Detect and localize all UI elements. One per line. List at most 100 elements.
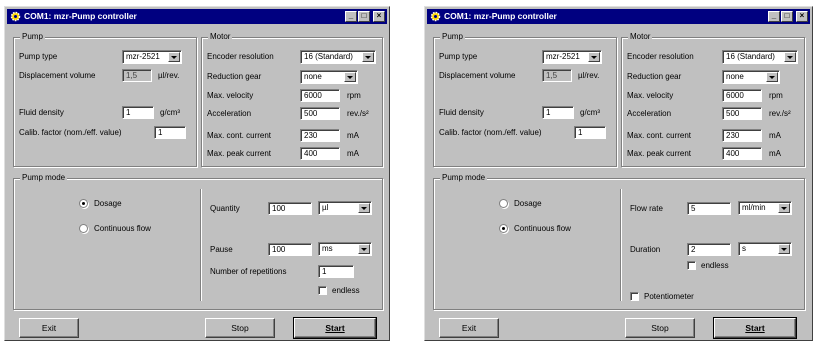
acceleration-unit: rev./s² [769,109,791,118]
minimize-button[interactable]: _ [768,11,780,22]
start-button[interactable]: Start [293,317,377,339]
cont-current-unit: mA [347,131,359,140]
dosage-radio[interactable] [79,199,88,208]
motor-group-label: Motor [628,32,653,41]
encoder-label: Encoder resolution [627,52,694,61]
chevron-down-icon[interactable] [778,203,790,213]
velocity-unit: rpm [769,91,783,100]
pump-mode-group: Pump mode Dosage Continuous flow Flow ra… [433,173,805,310]
potentiometer-label: Potentiometer [644,292,694,301]
encoder-select[interactable]: 16 (Standard) [300,50,376,64]
chevron-down-icon[interactable] [344,72,356,82]
calib-factor-label: Calib. factor (nom./eff. value) [439,128,542,137]
repetitions-label: Number of repetitions [210,267,287,276]
continuous-flow-label: Continuous flow [94,224,151,233]
repetitions-field[interactable]: 1 [318,265,354,278]
velocity-field[interactable]: 6000 [300,89,340,102]
fluid-density-label: Fluid density [439,108,484,117]
continuous-flow-radio[interactable] [79,224,88,233]
pump-type-label: Pump type [19,52,58,61]
calib-factor-field[interactable]: 1 [574,126,606,139]
pump-type-select[interactable]: mzr-2521 [122,50,182,64]
chevron-down-icon[interactable] [588,52,600,62]
window-title: COM1: mzr-Pump controller [444,11,557,21]
duration-field[interactable]: 2 [687,243,731,256]
duration-unit-value: s [742,244,746,253]
flow-rate-field[interactable]: 5 [687,202,731,215]
stop-button[interactable]: Stop [625,318,695,338]
fluid-density-field[interactable]: 1 [542,106,574,119]
title-bar[interactable]: COM1: mzr-Pump controller _ □ × [427,9,810,24]
pump-mode-label: Pump mode [440,173,488,182]
chevron-down-icon[interactable] [778,244,790,254]
start-button[interactable]: Start [713,317,797,339]
continuous-flow-radio[interactable] [499,224,508,233]
quantity-field[interactable]: 100 [268,202,312,215]
flow-rate-label: Flow rate [630,204,663,213]
gear-select[interactable]: none [722,70,780,84]
gear-label: Reduction gear [207,72,262,81]
chevron-down-icon[interactable] [766,72,778,82]
maximize-button[interactable]: □ [781,11,793,22]
calib-factor-field[interactable]: 1 [154,126,186,139]
cont-current-field[interactable]: 230 [722,129,762,142]
maximize-button[interactable]: □ [358,11,370,22]
endless-checkbox[interactable] [687,261,696,270]
motor-group-label: Motor [208,32,233,41]
gear-select[interactable]: none [300,70,358,84]
endless-label: endless [332,286,360,295]
dosage-radio[interactable] [499,199,508,208]
acceleration-label: Acceleration [207,109,252,118]
peak-current-label: Max. peak current [207,149,272,158]
endless-checkbox[interactable] [318,286,327,295]
encoder-select[interactable]: 16 (Standard) [722,50,798,64]
exit-button[interactable]: Exit [439,318,499,338]
cont-current-label: Max. cont. current [207,131,272,140]
chevron-down-icon[interactable] [358,203,370,213]
potentiometer-checkbox[interactable] [630,292,639,301]
continuous-flow-label: Continuous flow [514,224,571,233]
chevron-down-icon[interactable] [784,52,796,62]
exit-button[interactable]: Exit [19,318,79,338]
chevron-down-icon[interactable] [358,244,370,254]
fluid-density-unit: g/cm³ [580,108,600,117]
pause-field[interactable]: 100 [268,243,312,256]
title-bar[interactable]: COM1: mzr-Pump controller _ □ × [7,9,387,24]
quantity-unit-select[interactable]: µl [318,201,372,215]
encoder-label: Encoder resolution [207,52,274,61]
flow-unit-value: ml/min [742,203,766,212]
pause-unit-select[interactable]: ms [318,242,372,256]
dosage-label: Dosage [94,199,122,208]
minimize-button[interactable]: _ [345,11,357,22]
peak-current-field[interactable]: 400 [300,147,340,160]
close-button[interactable]: × [373,11,385,22]
fluid-density-field[interactable]: 1 [122,106,154,119]
cont-current-field[interactable]: 230 [300,129,340,142]
displacement-label: Displacement volume [439,71,516,80]
chevron-down-icon[interactable] [362,52,374,62]
pump-mode-group: Pump mode Dosage Continuous flow Quantit… [13,173,383,310]
duration-unit-select[interactable]: s [738,242,792,256]
acceleration-field[interactable]: 500 [722,107,762,120]
pump-group: Pump Pump type mzr-2521 Displacement vol… [433,32,617,167]
pause-unit-value: ms [322,244,333,253]
stop-button[interactable]: Stop [205,318,275,338]
acceleration-field[interactable]: 500 [300,107,340,120]
mode-divider [200,189,201,301]
pump-type-label: Pump type [439,52,478,61]
close-button[interactable]: × [796,11,808,22]
pump-type-select[interactable]: mzr-2521 [542,50,602,64]
acceleration-unit: rev./s² [347,109,369,118]
peak-current-label: Max. peak current [627,149,692,158]
start-button-label: Start [325,323,345,333]
cont-current-label: Max. cont. current [627,131,692,140]
pump-group-label: Pump [440,32,465,41]
acceleration-label: Acceleration [627,109,672,118]
gear-value: none [304,72,322,81]
start-button-label: Start [745,323,765,333]
endless-label: endless [701,261,729,270]
peak-current-field[interactable]: 400 [722,147,762,160]
chevron-down-icon[interactable] [168,52,180,62]
flow-unit-select[interactable]: ml/min [738,201,792,215]
velocity-field[interactable]: 6000 [722,89,762,102]
